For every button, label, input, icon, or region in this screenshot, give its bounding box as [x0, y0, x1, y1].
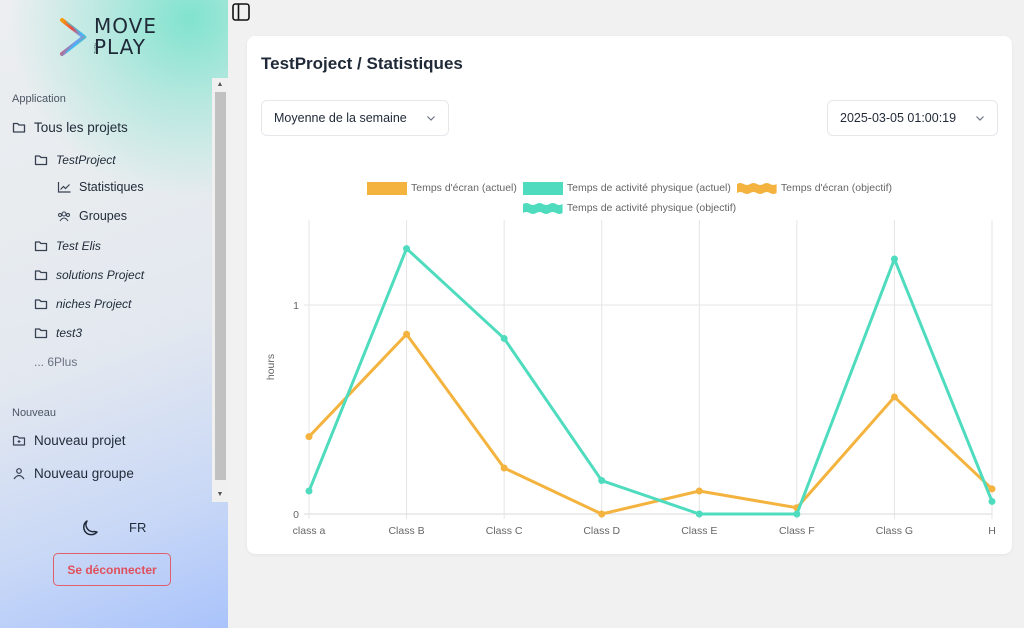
series-line-0 — [307, 332, 994, 516]
folder-icon — [34, 326, 48, 340]
project-label: solutions Project — [56, 268, 145, 282]
x-tick-label: Class C — [486, 525, 523, 537]
sidebar-toggle-button[interactable] — [232, 3, 250, 21]
data-point — [695, 487, 703, 495]
x-tick-label: H — [988, 525, 996, 537]
logout-button[interactable]: Se déconnecter — [53, 553, 171, 586]
sidebar-item-label: Groupes — [79, 209, 127, 223]
sidebar-item-groupes[interactable]: Groupes — [57, 209, 127, 223]
project-label: test3 — [56, 326, 83, 340]
folder-plus-icon — [12, 434, 26, 448]
data-point — [793, 510, 801, 518]
logo-chevron-icon — [60, 18, 87, 56]
data-point — [403, 245, 411, 253]
folder-icon — [34, 268, 48, 282]
sidebar-nav: Application Tous les projets TestProject… — [0, 78, 228, 502]
sidebar-item-label: Nouveau projet — [34, 433, 126, 448]
sidebar: MOVE THEN PLAY Application Tous les proj… — [0, 0, 228, 628]
folder-icon — [34, 153, 48, 167]
x-tick-label: Class D — [583, 525, 620, 537]
data-point — [305, 487, 313, 495]
brand-logo[interactable]: MOVE THEN PLAY — [56, 14, 176, 60]
sidebar-project-niches[interactable]: niches Project — [34, 297, 131, 311]
sidebar-project-solutions[interactable]: solutions Project — [34, 268, 144, 282]
data-point — [890, 393, 898, 401]
brand-small: THEN — [94, 43, 99, 54]
brand-line1: MOVE — [94, 14, 157, 38]
project-label: niches Project — [56, 297, 132, 311]
sidebar-item-new-project[interactable]: Nouveau projet — [12, 433, 126, 448]
data-point — [500, 334, 508, 342]
scroll-up-icon[interactable]: ▲ — [212, 78, 228, 92]
line-chart: class a Class B Class C Class D Class E Class… — [265, 220, 996, 537]
dark-mode-toggle[interactable] — [80, 518, 100, 538]
statistics-card: TestProject / Statistiques Moyenne de la… — [247, 36, 1012, 554]
data-point — [500, 464, 508, 472]
x-tick-label: Class E — [681, 525, 717, 537]
data-point — [988, 497, 996, 505]
sidebar-scrollbar[interactable]: ▲ ▼ — [212, 78, 228, 502]
sidebar-item-new-group[interactable]: Nouveau groupe — [12, 466, 134, 481]
language-switch[interactable]: FR — [129, 520, 146, 535]
moon-icon — [83, 520, 98, 536]
data-point — [305, 433, 313, 441]
data-point — [695, 510, 703, 518]
folder-icon — [34, 297, 48, 311]
x-tick-label: class a — [293, 525, 326, 537]
folder-icon — [12, 121, 26, 135]
users-icon — [57, 209, 71, 223]
scroll-down-icon[interactable]: ▼ — [212, 488, 228, 502]
sidebar-item-label: Statistiques — [79, 180, 144, 194]
x-tick-label: Class G — [876, 525, 913, 537]
data-point — [598, 510, 606, 518]
folder-icon — [34, 239, 48, 253]
sidebar-panel-icon — [232, 3, 250, 21]
sidebar-item-label: Nouveau groupe — [34, 466, 134, 481]
sidebar-item-statistiques[interactable]: Statistiques — [57, 180, 144, 194]
scrollbar-thumb[interactable] — [215, 92, 226, 480]
series-line-1 — [307, 247, 994, 516]
data-point — [598, 477, 606, 485]
y-tick-label: 1 — [293, 300, 299, 312]
x-tick-label: Class B — [388, 525, 424, 537]
data-point — [890, 255, 898, 263]
sidebar-item-label: Tous les projets — [34, 120, 128, 135]
sidebar-project-test-elis[interactable]: Test Elis — [34, 239, 101, 253]
data-point — [403, 330, 411, 338]
project-label: Test Elis — [56, 239, 101, 253]
x-tick-label: Class F — [779, 525, 815, 537]
y-axis-label: hours — [265, 354, 277, 380]
user-icon — [12, 467, 26, 481]
sidebar-project-testproject[interactable]: TestProject — [34, 153, 116, 167]
section-label-application: Application — [12, 93, 66, 105]
sidebar-project-test3[interactable]: test3 — [34, 326, 82, 340]
chart-line-icon — [57, 180, 71, 194]
more-projects-link[interactable]: ... 6Plus — [34, 355, 77, 369]
section-label-nouveau: Nouveau — [12, 407, 57, 419]
project-label: TestProject — [56, 153, 116, 167]
y-tick-label: 0 — [293, 509, 299, 521]
sidebar-item-all-projects[interactable]: Tous les projets — [12, 120, 128, 135]
